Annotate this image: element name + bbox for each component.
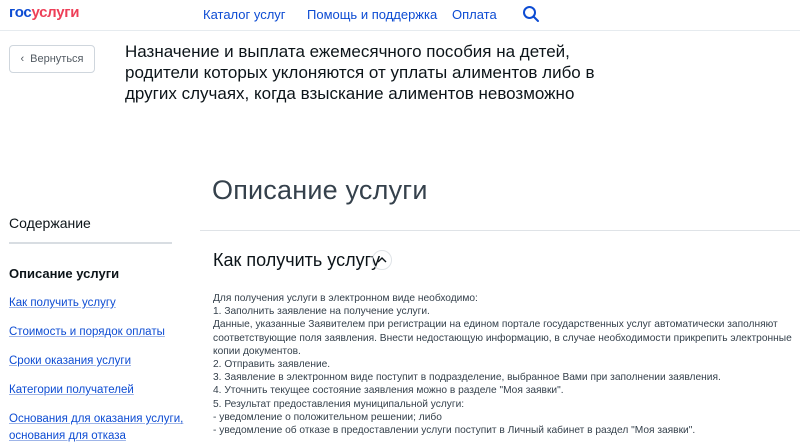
nav-payment-link[interactable]: Оплата [452, 7, 497, 22]
chevron-left-icon: ‹ [20, 53, 25, 65]
gosuslugi-logo[interactable]: госуслуги [9, 4, 79, 21]
text-line: копии документов. [213, 345, 301, 357]
back-button-label: Вернуться [30, 53, 84, 65]
service-title-line: других случаях, когда взыскание алименто… [125, 84, 575, 103]
how-to-text: Для получения услуги в электронном виде … [213, 292, 793, 437]
text-line: Данные, указанные Заявителем при регистр… [213, 319, 778, 331]
toc-link-how-to[interactable]: Как получить услугу [9, 297, 116, 309]
nav-catalog-link[interactable]: Каталог услуг [203, 7, 286, 22]
toc-link-cost[interactable]: Стоимость и порядок оплаты [9, 326, 165, 338]
logo-part-uslugi: услуги [31, 4, 80, 21]
text-line: - уведомление о положительном решении; л… [213, 411, 442, 423]
service-title-line: родители которых уклоняются от уплаты ал… [125, 63, 595, 82]
toc-link-grounds-cont[interactable]: основания для отказа [9, 430, 126, 442]
search-icon[interactable] [522, 5, 540, 23]
section-title: Описание услуги [212, 175, 428, 205]
toc-divider [9, 242, 172, 244]
text-line: 5. Результат предоставления муниципально… [213, 398, 465, 410]
toc-link-terms[interactable]: Сроки оказания услуги [9, 355, 131, 367]
text-line: 1. Заполнить заявление на получение услу… [213, 306, 430, 318]
top-header: госуслуги Каталог услуг Помощь и поддерж… [0, 0, 800, 31]
content-divider [200, 230, 800, 231]
logo-part-gos: гос [9, 4, 32, 21]
service-title: Назначение и выплата ежемесячного пособи… [125, 41, 595, 104]
text-line: 4. Уточнить текущее состояние заявления … [213, 385, 564, 397]
back-button[interactable]: ‹ Вернуться [9, 45, 95, 73]
text-line: 2. Отправить заявление. [213, 359, 331, 371]
nav-help-link[interactable]: Помощь и поддержка [307, 7, 437, 22]
text-line: 3. Заявление в электронном виде поступит… [213, 372, 721, 384]
toc-title: Содержание [9, 215, 91, 231]
text-line: - уведомление об отказе в предоставлении… [213, 425, 696, 437]
text-line: соответствующие поля заявления. Внести н… [213, 332, 792, 344]
collapse-toggle-button[interactable] [372, 250, 392, 270]
service-title-line: Назначение и выплата ежемесячного пособи… [125, 42, 570, 61]
toc-link-recipients[interactable]: Категории получателей [9, 384, 134, 396]
toc-link-grounds[interactable]: Основания для оказания услуги, [9, 413, 183, 425]
chevron-up-icon [377, 257, 387, 263]
how-to-heading: Как получить услугу [213, 250, 381, 270]
toc-current-item: Описание услуги [9, 266, 120, 281]
text-line: Для получения услуги в электронном виде … [213, 293, 478, 304]
